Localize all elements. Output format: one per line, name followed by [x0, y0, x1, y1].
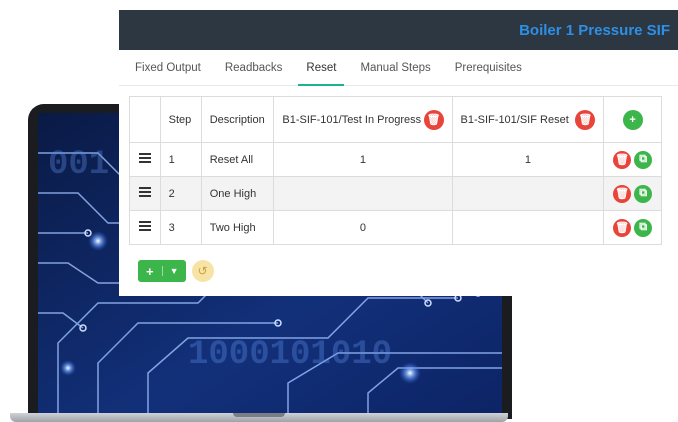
trash-icon: 🗑: [578, 114, 593, 126]
drag-handle-cell: [129, 176, 161, 211]
step-header: Step: [159, 96, 202, 143]
delete-row-button[interactable]: 🗑: [613, 218, 632, 237]
copy-icon: ⧉: [639, 153, 648, 165]
app-header: Boiler 1 Pressure SIF: [119, 10, 678, 50]
drag-handle-cell: [129, 210, 161, 245]
test-in-progress-header: B1-SIF-101/Test In Progress 🗑: [273, 96, 453, 143]
delete-column-button[interactable]: 🗑: [423, 109, 444, 130]
trash-icon: 🗑: [426, 114, 441, 126]
test-in-progress-cell[interactable]: [273, 176, 453, 211]
description-cell[interactable]: One High: [200, 176, 275, 211]
drag-handle-icon[interactable]: [138, 219, 151, 233]
svg-text:1000101010: 1000101010: [188, 336, 392, 374]
tab-fixed-output[interactable]: Fixed Output: [127, 50, 209, 85]
chevron-down-icon[interactable]: ▼: [161, 266, 186, 276]
delete-column-button[interactable]: 🗑: [575, 109, 596, 130]
tab-prerequisites[interactable]: Prerequisites: [447, 50, 530, 85]
tab-bar: Fixed Output Readbacks Reset Manual Step…: [119, 50, 678, 86]
add-step-split-button[interactable]: + ▼: [138, 260, 186, 282]
row-actions-cell: 🗑 ⧉: [603, 210, 662, 245]
add-step-group: + ▼ ↺: [138, 260, 214, 282]
add-column-button[interactable]: +: [622, 109, 643, 130]
plus-icon[interactable]: +: [138, 264, 162, 279]
sif-reset-cell[interactable]: 1: [451, 142, 605, 177]
step-cell: 1: [159, 142, 202, 177]
tab-manual-steps[interactable]: Manual Steps: [352, 50, 438, 85]
table-row: 1 Reset All 1 1 🗑 ⧉: [129, 142, 662, 177]
row-actions-cell: 🗑 ⧉: [603, 176, 662, 211]
trash-icon: 🗑: [615, 154, 630, 166]
undo-button[interactable]: ↺: [191, 260, 214, 282]
table-row: 3 Two High 0 🗑 ⧉: [129, 210, 662, 245]
reset-steps-table: Step Description B1-SIF-101/Test In Prog…: [129, 96, 662, 245]
page-title: Boiler 1 Pressure SIF: [519, 21, 670, 39]
add-column-cell: +: [603, 96, 662, 143]
sif-reset-header: B1-SIF-101/SIF Reset 🗑: [451, 96, 605, 143]
sif-reset-cell[interactable]: [451, 176, 605, 211]
tab-readbacks[interactable]: Readbacks: [217, 50, 291, 85]
delete-row-button[interactable]: 🗑: [613, 150, 632, 169]
reset-table-container: Step Description B1-SIF-101/Test In Prog…: [129, 96, 662, 245]
description-cell[interactable]: Two High: [200, 210, 275, 245]
trash-icon: 🗑: [615, 222, 630, 234]
sif-reset-cell[interactable]: [451, 210, 605, 245]
plus-icon: +: [629, 113, 636, 126]
row-actions-cell: 🗑 ⧉: [603, 142, 662, 177]
stage: 1000101010 001 Boiler 1 Pressure SIF Fix…: [0, 0, 678, 422]
copy-row-button[interactable]: ⧉: [634, 150, 653, 169]
copy-row-button[interactable]: ⧉: [634, 184, 653, 203]
copy-row-button[interactable]: ⧉: [634, 218, 653, 237]
delete-row-button[interactable]: 🗑: [613, 184, 632, 203]
step-cell: 2: [159, 176, 202, 211]
copy-icon: ⧉: [639, 187, 648, 199]
tab-reset[interactable]: Reset: [298, 50, 345, 86]
laptop-notch: [233, 413, 285, 417]
sif-reset-label: B1-SIF-101/SIF Reset: [460, 113, 569, 126]
trash-icon: 🗑: [615, 188, 630, 200]
step-cell: 3: [159, 210, 202, 245]
description-header: Description: [200, 96, 275, 143]
description-cell[interactable]: Reset All: [200, 142, 275, 177]
test-in-progress-cell[interactable]: 1: [273, 142, 453, 177]
svg-text:001: 001: [48, 146, 109, 184]
table-row: 2 One High 🗑 ⧉: [129, 176, 662, 211]
app-window: Boiler 1 Pressure SIF Fixed Output Readb…: [119, 10, 678, 296]
undo-icon: ↺: [197, 264, 208, 278]
drag-handle-icon[interactable]: [138, 151, 151, 165]
test-in-progress-label: B1-SIF-101/Test In Progress: [282, 113, 422, 126]
copy-icon: ⧉: [639, 221, 648, 233]
handle-header: [129, 96, 161, 143]
drag-handle-cell: [129, 142, 161, 177]
test-in-progress-cell[interactable]: 0: [273, 210, 453, 245]
drag-handle-icon[interactable]: [138, 185, 151, 199]
table-header-row: Step Description B1-SIF-101/Test In Prog…: [129, 96, 662, 143]
